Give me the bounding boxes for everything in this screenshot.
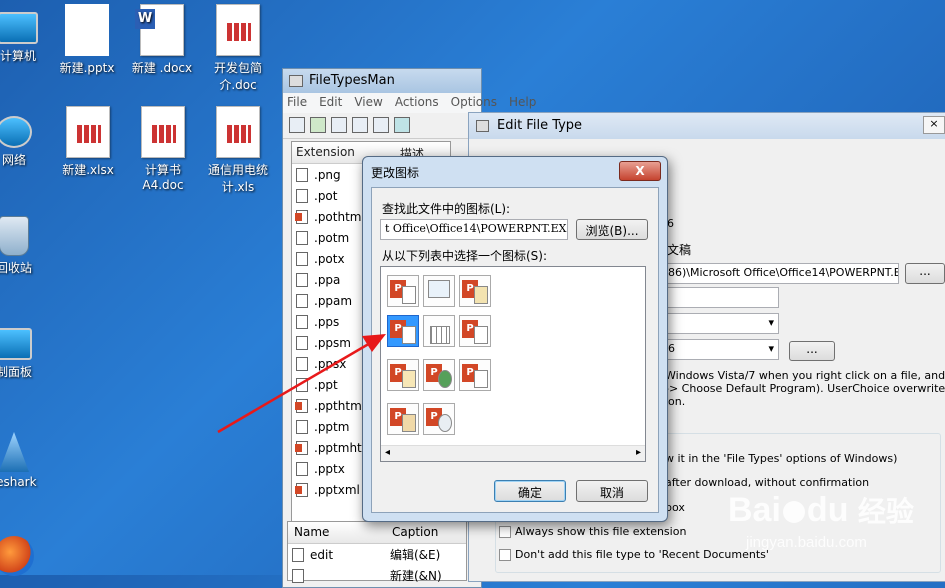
arrow-shaft bbox=[217, 340, 373, 434]
watermark-brand-suffix: du bbox=[806, 491, 849, 529]
arrow-head bbox=[362, 334, 386, 352]
paw-icon bbox=[782, 501, 805, 524]
watermark-cn: 经验 bbox=[857, 496, 914, 527]
red-annotation-arrow bbox=[217, 334, 386, 434]
baidu-watermark-url: jingyan.baidu.com bbox=[746, 534, 867, 551]
baidu-watermark: Bai du 经验 bbox=[728, 490, 914, 530]
watermark-brand: Bai bbox=[728, 491, 781, 529]
